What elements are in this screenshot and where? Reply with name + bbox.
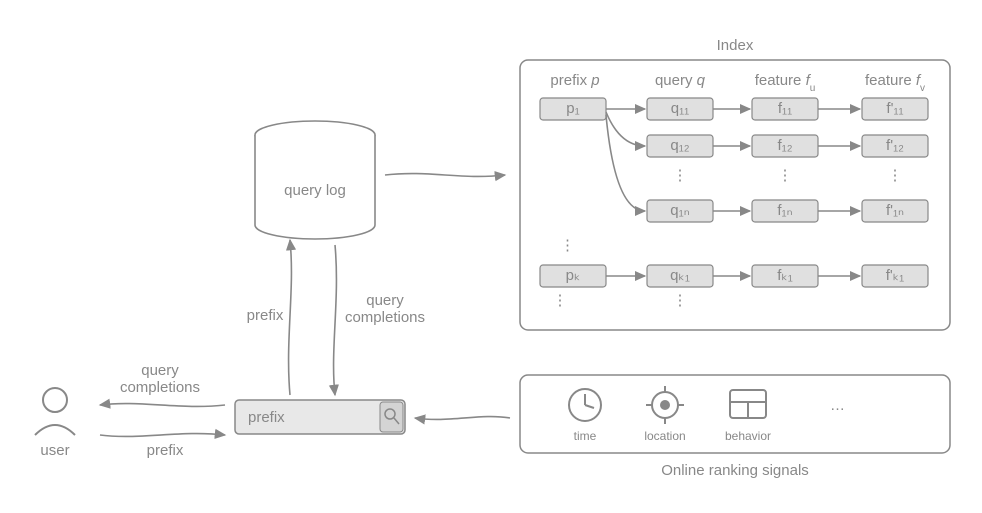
arrow-log-to-index [385,174,505,177]
col-fv: feature fv [865,72,925,94]
col-query: query q [655,72,706,89]
svg-text:qₖ₁: qₖ₁ [670,267,690,284]
svg-text:q₁ₙ: q₁ₙ [670,202,689,219]
query-log-db [255,121,375,239]
dots-pk2: ⋮ [553,292,568,309]
cell-q12: q₁₂ [647,135,713,157]
lbl-prefix-1: prefix [147,442,184,459]
arrow-completions-to-user [100,404,225,407]
svg-text:q₁₁: q₁₁ [671,100,689,117]
svg-text:f₁₁: f₁₁ [778,100,792,117]
dots-p: ⋮ [560,237,575,254]
behavior-icon [730,390,766,418]
signals-title: Online ranking signals [661,462,809,479]
user-label: user [40,442,69,459]
cell-f12: f₁₂ [752,135,818,157]
svg-text:f'₁₂: f'₁₂ [886,137,904,154]
lbl-time: time [574,429,597,443]
dots-f1: ⋮ [778,167,793,184]
clock-icon [569,389,601,421]
ptr-p1-q1n [606,115,645,211]
lbl-qc-1b: completions [120,379,200,396]
lbl-qc-2a: query [366,292,404,309]
svg-text:pₖ: pₖ [566,267,581,284]
svg-text:f'₁₁: f'₁₁ [886,100,903,117]
arrow-signals-to-search [415,417,510,420]
svg-text:f'₁ₙ: f'₁ₙ [886,202,904,219]
lbl-qc-2b: completions [345,309,425,326]
cell-fpk1: f'ₖ₁ [862,265,928,287]
cell-fp1n: f'₁ₙ [862,200,928,222]
cell-p1: p₁ [540,98,606,120]
col-fu: feature fu [755,72,816,94]
col-prefix: prefix p [550,72,599,89]
cell-f1n: f₁ₙ [752,200,818,222]
cell-q11: q₁₁ [647,98,713,120]
search-input-text: prefix [248,409,285,426]
cell-f11: f₁₁ [752,98,818,120]
lbl-behavior: behavior [725,429,771,443]
svg-text:p₁: p₁ [566,100,579,117]
dots-qk: ⋮ [673,292,688,309]
svg-text:q₁₂: q₁₂ [670,137,689,154]
cell-fp11: f'₁₁ [862,98,928,120]
svg-text:f'ₖ₁: f'ₖ₁ [886,267,904,284]
lbl-qc-1a: query [141,362,179,379]
dots-fp1: ⋮ [888,167,903,184]
index-title: Index [717,37,754,54]
arrow-prefix-to-search [100,434,225,437]
svg-text:f₁₂: f₁₂ [777,137,792,154]
svg-text:f₁ₙ: f₁ₙ [777,202,792,219]
signals-more: … [830,397,845,414]
lbl-location: location [644,429,685,443]
arrow-prefix-up [289,240,292,395]
cell-fk1: fₖ₁ [752,265,818,287]
cell-pk: pₖ [540,265,606,287]
query-log-label: query log [284,182,346,199]
cell-fp12: f'₁₂ [862,135,928,157]
location-icon [646,386,684,424]
cell-q1n: q₁ₙ [647,200,713,222]
user-icon [35,388,75,435]
svg-text:fₖ₁: fₖ₁ [777,267,793,284]
ptr-p1-q12 [606,112,645,146]
arrow-completions-down [334,245,337,395]
lbl-prefix-2: prefix [247,307,284,324]
cell-qk1: qₖ₁ [647,265,713,287]
dots-q1: ⋮ [673,167,688,184]
